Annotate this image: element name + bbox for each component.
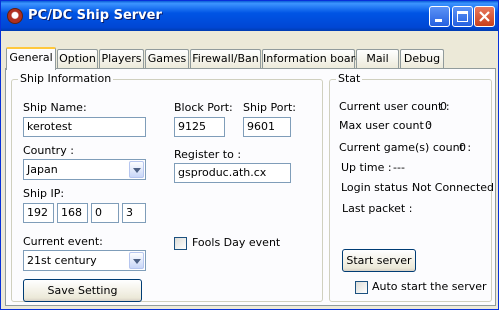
current-games-value: 0 [459, 141, 466, 154]
app-window: PC/DC Ship Server General Option Players… [0, 0, 499, 310]
close-icon [479, 11, 490, 22]
login-status-value: Not Connected [412, 181, 495, 194]
stat-group: Stat Current user count : 0 Max user cou… [329, 72, 495, 302]
current-event-select[interactable]: 21st century [23, 250, 146, 271]
current-games-label: Current game(s) count : [339, 141, 472, 154]
ship-ip-label: Ship IP: [23, 187, 65, 200]
max-user-label: Max user count : [339, 119, 431, 132]
country-label: Country : [23, 144, 74, 157]
current-event-label: Current event: [23, 235, 103, 248]
country-select[interactable]: Japan [23, 159, 146, 180]
window-title: PC/DC Ship Server [28, 8, 162, 23]
app-icon[interactable] [7, 8, 23, 24]
maximize-icon [457, 11, 468, 22]
ip-octet-3-field[interactable]: 0 [91, 203, 119, 223]
auto-start-checkbox[interactable] [355, 281, 368, 294]
chevron-down-icon[interactable] [129, 161, 144, 178]
last-packet-label: Last packet : [342, 202, 413, 215]
ship-information-legend: Ship Information [18, 72, 114, 85]
start-server-button[interactable]: Start server [342, 249, 416, 272]
maximize-button[interactable] [452, 6, 473, 27]
ship-port-field[interactable]: 9601 [243, 117, 291, 137]
register-to-label: Register to : [174, 148, 242, 161]
tab-debug[interactable]: Debug [400, 49, 444, 69]
uptime-value: --- [393, 161, 405, 174]
max-user-value: 0 [425, 119, 432, 132]
current-user-value: 0 [440, 100, 447, 113]
login-status-label: Login status : [341, 181, 416, 194]
fools-day-checkbox[interactable] [174, 237, 187, 250]
minimize-icon [435, 19, 442, 22]
close-button[interactable] [474, 6, 495, 27]
tab-players[interactable]: Players [99, 49, 144, 69]
minimize-button[interactable] [429, 6, 450, 27]
current-event-value: 21st century [27, 254, 97, 267]
tab-information-board[interactable]: Information board [262, 49, 362, 69]
title-bar[interactable]: PC/DC Ship Server [1, 1, 498, 31]
ship-port-label: Ship Port: [243, 101, 297, 114]
save-setting-button[interactable]: Save Setting [23, 279, 142, 302]
register-to-field[interactable]: gsproduc.ath.cx [174, 163, 291, 183]
ip-octet-4-field[interactable]: 3 [122, 203, 146, 223]
tab-option[interactable]: Option [57, 49, 98, 69]
ship-information-group: Ship Information Ship Name: kerotest Blo… [11, 72, 323, 302]
current-user-label: Current user count : [339, 100, 450, 113]
tab-games[interactable]: Games [145, 49, 189, 69]
chevron-down-icon[interactable] [129, 252, 144, 269]
auto-start-label[interactable]: Auto start the server [372, 280, 487, 293]
tab-panel-general: Ship Information Ship Name: kerotest Blo… [5, 68, 496, 306]
block-port-label: Block Port: [174, 101, 233, 114]
country-value: Japan [27, 163, 58, 176]
ship-name-field[interactable]: kerotest [23, 117, 146, 137]
fools-day-label[interactable]: Fools Day event [192, 236, 280, 249]
ip-octet-2-field[interactable]: 168 [57, 203, 88, 223]
stat-legend: Stat [336, 72, 363, 85]
tab-general[interactable]: General [6, 47, 56, 70]
uptime-label: Up time : [341, 161, 392, 174]
ship-name-label: Ship Name: [23, 101, 87, 114]
tab-firewall-ban[interactable]: Firewall/Ban [190, 49, 261, 69]
block-port-field[interactable]: 9125 [174, 117, 225, 137]
ip-octet-1-field[interactable]: 192 [23, 203, 54, 223]
tab-mail[interactable]: Mail [356, 49, 399, 69]
